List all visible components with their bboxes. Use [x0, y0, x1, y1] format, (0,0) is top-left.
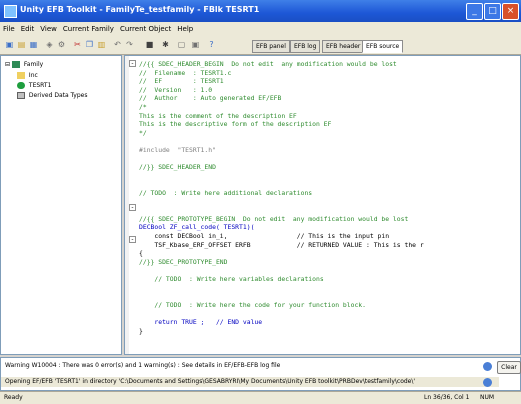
code-line: #include "TESRT1.h" — [139, 146, 216, 154]
tab-efb-source[interactable]: EFB source — [362, 40, 404, 53]
folder-icon — [11, 61, 20, 68]
help-icon[interactable]: ? — [206, 39, 217, 50]
maximize-button[interactable]: □ — [484, 3, 501, 20]
compile-icon[interactable]: ⚙ — [56, 39, 67, 50]
app-icon — [4, 5, 17, 18]
redo-icon[interactable]: ↷ — [124, 39, 135, 50]
tree-node-family[interactable]: ⊟ Family — [5, 60, 43, 69]
menu-current-family[interactable]: Current Family — [60, 22, 117, 36]
code-line: // Author : Auto generated EF/EFB — [139, 94, 282, 103]
output-pane: Warning W10004 : There was 0 error(s) an… — [0, 357, 521, 391]
tree-node-inc[interactable]: Inc — [17, 71, 38, 80]
info-icon — [483, 362, 492, 371]
tree-node-derived-data-types[interactable]: Derived Data Types — [17, 91, 87, 100]
tab-efb-panel[interactable]: EFB panel — [252, 40, 290, 53]
menu-bar: File Edit View Current Family Current Object… — [0, 22, 521, 36]
tab-efb-log[interactable]: EFB log — [290, 40, 321, 53]
status-bar: Ready Ln 36/36, Col 1 NUM — [0, 391, 521, 404]
family-tree: ⊟ Family Inc TESRT1 Derived Data Types — [0, 55, 122, 355]
minimize-button[interactable]: _ — [466, 3, 483, 20]
code-line: This is the comment of the description E… — [139, 111, 297, 120]
code-line: //{{ SDEC_PROTOTYPE_BEGIN Do not edit an… — [139, 214, 409, 223]
code-line: // TODO : Write here the code for your f… — [139, 300, 367, 309]
copy-icon[interactable]: ❐ — [84, 39, 95, 50]
cursor-position: Ln 36/36, Col 1 — [424, 394, 470, 401]
code-editor[interactable]: - - - //{{ SDEC_HEADER_BEGIN Do not edit… — [124, 55, 521, 355]
code-line: } — [139, 326, 143, 335]
paste-icon[interactable]: ▥ — [96, 39, 107, 50]
print-icon[interactable]: ■ — [144, 39, 155, 50]
num-lock-indicator: NUM — [480, 394, 495, 401]
code-line: //{{ SDEC_HEADER_BEGIN Do not edit any m… — [139, 60, 397, 68]
code-line: const DECBool in_i, // This is the input… — [139, 232, 390, 240]
code-line: { — [139, 249, 143, 258]
menu-view[interactable]: View — [37, 22, 60, 36]
data-types-icon — [17, 92, 25, 99]
fold-toggle-header[interactable]: - — [129, 60, 136, 67]
cut-icon[interactable]: ✂ — [72, 39, 83, 50]
output-warning-line: Warning W10004 : There was 0 error(s) an… — [5, 362, 281, 369]
fold-toggle-body[interactable]: - — [129, 236, 136, 243]
code-line: // Version : 1.0 — [139, 85, 213, 94]
menu-file[interactable]: File — [0, 22, 18, 36]
function-block-icon — [17, 82, 25, 89]
settings-icon[interactable]: ✱ — [160, 39, 171, 50]
undo-icon[interactable]: ↶ — [112, 39, 123, 50]
folder-icon — [17, 72, 25, 79]
code-line: // Filename : TESRT1.c — [139, 68, 232, 77]
code-line: */ — [139, 128, 147, 137]
code-line: // TODO : Write here additional declarat… — [139, 189, 313, 197]
code-line: // EF : TESRT1 — [139, 77, 224, 86]
menu-edit[interactable]: Edit — [18, 22, 38, 36]
code-line: TSF_Kbase_ERF_OFFSET ERFB // RETURNED VA… — [139, 240, 424, 249]
window-icon[interactable]: ▣ — [190, 39, 201, 50]
code-line: /* — [139, 103, 147, 111]
tab-efb-header[interactable]: EFB header — [322, 40, 365, 53]
save-icon[interactable]: ▦ — [28, 39, 39, 50]
scroll-icon[interactable] — [483, 378, 492, 387]
title-bar: Unity EFB Toolkit - FamilyTe_testfamily … — [0, 0, 521, 22]
close-button[interactable]: × — [502, 3, 519, 20]
code-line: //}} SDEC_PROTOTYPE_END — [139, 257, 228, 266]
new-icon[interactable]: ▣ — [4, 39, 15, 50]
status-text: Ready — [4, 394, 23, 401]
view-icon[interactable]: ▢ — [176, 39, 187, 50]
window-title: Unity EFB Toolkit - FamilyTe_testfamily … — [20, 5, 260, 14]
code-line: DECBool ZF_call_code( TESRT1)( — [139, 223, 255, 232]
code-line: This is the descriptive form of the desc… — [139, 120, 332, 129]
code-line: //}} SDEC_HEADER_END — [139, 163, 216, 172]
clear-button[interactable]: Clear — [497, 361, 521, 374]
menu-current-object[interactable]: Current Object — [117, 22, 174, 36]
code-line: return TRUE ; // END value — [139, 318, 263, 326]
output-open-line: Opening EF/EFB 'TESRT1' in directory 'C:… — [1, 377, 499, 387]
code-line: // TODO : Write here variables declarati… — [139, 275, 324, 283]
toolbar: ▣ ▤ ▦ ◈ ⚙ ✂ ❐ ▥ ↶ ↷ ■ ✱ ▢ ▣ ? EFB panel … — [0, 36, 521, 55]
fold-toggle-prototype[interactable]: - — [129, 204, 136, 211]
build-icon[interactable]: ◈ — [44, 39, 55, 50]
open-icon[interactable]: ▤ — [16, 39, 27, 50]
tree-node-tesrt1[interactable]: TESRT1 — [17, 81, 51, 90]
menu-help[interactable]: Help — [174, 22, 196, 36]
